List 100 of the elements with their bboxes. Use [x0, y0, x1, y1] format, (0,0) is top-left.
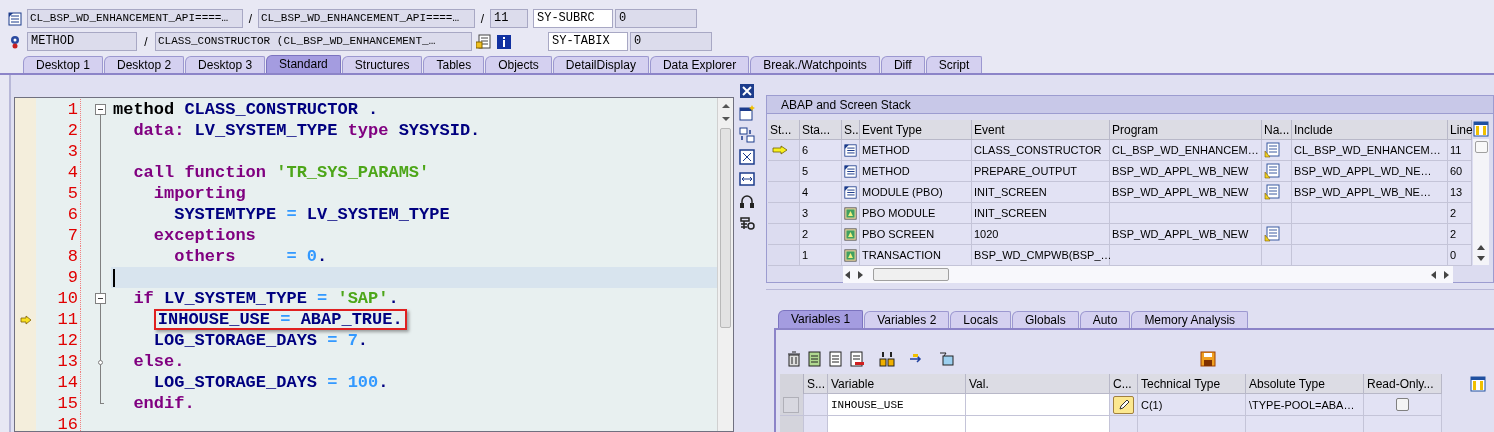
tab[interactable]: Script	[925, 56, 983, 73]
type-field[interactable]: METHOD	[27, 32, 137, 51]
column-header[interactable]: St...	[768, 120, 800, 140]
tab[interactable]: Diff	[880, 56, 925, 73]
sysvar-value-field[interactable]: 0	[630, 32, 712, 51]
code-editor[interactable]	[15, 98, 717, 431]
table-cell: 4	[800, 182, 842, 203]
panel-title: ABAP and Screen Stack	[767, 96, 1493, 114]
column-header[interactable]: Val.	[966, 374, 1110, 394]
collapse-toggle[interactable]	[95, 104, 106, 115]
program-icon	[8, 11, 22, 26]
scrollbar[interactable]	[843, 266, 1453, 283]
headset-icon[interactable]	[739, 193, 755, 209]
tab[interactable]: Data Explorer	[649, 56, 750, 73]
document-icon[interactable]	[828, 351, 844, 367]
column-header[interactable]: Include	[1292, 120, 1448, 140]
scrollbar[interactable]	[1473, 139, 1489, 265]
scroll-down-icon[interactable]	[720, 114, 731, 124]
include-field[interactable]: CL_BSP_WD_ENHANCEMENT_API====…	[258, 9, 475, 28]
swap-icon[interactable]	[739, 127, 755, 143]
collapse-toggle[interactable]	[95, 293, 106, 304]
filter-icon[interactable]	[939, 351, 955, 367]
document-remove-icon[interactable]	[849, 351, 865, 367]
tab[interactable]: Variables 2	[864, 311, 950, 328]
column-header[interactable]: S..	[842, 120, 860, 140]
table-cell: TRANSACTION	[860, 245, 972, 266]
tool-icon[interactable]	[739, 215, 755, 231]
tab[interactable]: Globals	[1012, 311, 1079, 328]
grid-icon[interactable]	[879, 351, 895, 367]
new-window-icon[interactable]	[739, 105, 755, 121]
tab[interactable]: DetailDisplay	[552, 56, 649, 73]
table-cell: 1	[800, 245, 842, 266]
pencil-icon	[1117, 398, 1130, 411]
code-line: exceptions	[152, 225, 256, 246]
line-number: 5	[36, 183, 81, 204]
column-header[interactable]: Absolute Type	[1246, 374, 1364, 394]
table-cell: 5	[800, 161, 842, 182]
tab[interactable]: Variables 1	[778, 310, 864, 328]
tab[interactable]: Memory Analysis	[1131, 311, 1249, 328]
event-field[interactable]: CLASS_CONSTRUCTOR (CL_BSP_WD_ENHANCEMENT_…	[155, 32, 472, 51]
document-icon[interactable]	[807, 351, 823, 367]
scroll-left-icon[interactable]	[1429, 269, 1439, 280]
scroll-up-icon[interactable]	[720, 101, 731, 111]
save-icon[interactable]	[1200, 351, 1216, 367]
column-header[interactable]: C...	[1110, 374, 1138, 394]
column-header[interactable]: Event	[972, 120, 1110, 140]
line-number: 3	[36, 141, 81, 162]
trash-icon[interactable]	[786, 351, 802, 367]
tab[interactable]: Break./Watchpoints	[750, 56, 880, 73]
document-icon[interactable]	[1264, 184, 1280, 200]
class-field[interactable]: CL_BSP_WD_ENHANCEMENT_API====…	[27, 9, 243, 28]
tab[interactable]: Desktop 2	[104, 56, 185, 73]
scroll-up-icon[interactable]	[1476, 243, 1486, 251]
line-number: 11	[36, 309, 81, 330]
column-header[interactable]: Line	[1448, 120, 1472, 140]
checkbox[interactable]	[1396, 398, 1409, 411]
tab[interactable]: Auto	[1079, 311, 1131, 328]
document-icon[interactable]	[1264, 163, 1280, 179]
scroll-left-icon[interactable]	[843, 269, 853, 280]
fullscreen-icon[interactable]	[739, 149, 755, 165]
document-icon[interactable]	[476, 33, 492, 50]
column-header[interactable]: Event Type	[860, 120, 972, 140]
scrollbar[interactable]	[717, 98, 733, 431]
tab[interactable]: Locals	[950, 311, 1011, 328]
scroll-thumb[interactable]	[1474, 141, 1488, 153]
table-cell: 2	[800, 224, 842, 245]
separator-text: /	[247, 10, 254, 28]
info-icon[interactable]	[496, 33, 512, 50]
tab[interactable]: Standard	[266, 55, 341, 73]
document-icon[interactable]	[1264, 226, 1280, 242]
tab[interactable]: Desktop 1	[23, 56, 104, 73]
document-icon[interactable]	[1264, 142, 1280, 158]
tab[interactable]: Structures	[341, 56, 423, 73]
scroll-right-icon[interactable]	[1441, 269, 1451, 280]
column-header[interactable]: Variable	[828, 374, 966, 394]
scroll-down-icon[interactable]	[1476, 255, 1486, 263]
scroll-thumb[interactable]	[720, 128, 731, 328]
line-field[interactable]: 11	[490, 9, 528, 28]
table-cell: BSP_WD_APPL_WB_NE…	[1292, 182, 1448, 203]
tab[interactable]: Objects	[485, 56, 552, 73]
close-icon[interactable]	[739, 83, 755, 99]
table-cell: 6	[800, 140, 842, 161]
column-header[interactable]: Sta...	[800, 120, 842, 140]
column-settings-icon[interactable]	[1473, 121, 1489, 137]
column-settings-icon[interactable]	[1470, 376, 1486, 392]
tab[interactable]: Tables	[423, 56, 485, 73]
column-header[interactable]: Technical Type	[1138, 374, 1246, 394]
scroll-thumb[interactable]	[873, 268, 949, 281]
tab[interactable]: Desktop 3	[185, 56, 266, 73]
column-header[interactable]: Read-Only...	[1364, 374, 1442, 394]
column-header[interactable]: Program	[1110, 120, 1262, 140]
line-number: 7	[36, 225, 81, 246]
column-header[interactable]: S...	[804, 374, 828, 394]
table-cell: METHOD	[860, 140, 972, 161]
sysvar-value-field[interactable]: 0	[615, 9, 697, 28]
table-cell: 2	[1448, 203, 1472, 224]
column-header[interactable]: Na...	[1262, 120, 1292, 140]
scroll-right-icon[interactable]	[855, 269, 865, 280]
expand-width-icon[interactable]	[739, 171, 755, 187]
table-cell: 0	[1448, 245, 1472, 266]
